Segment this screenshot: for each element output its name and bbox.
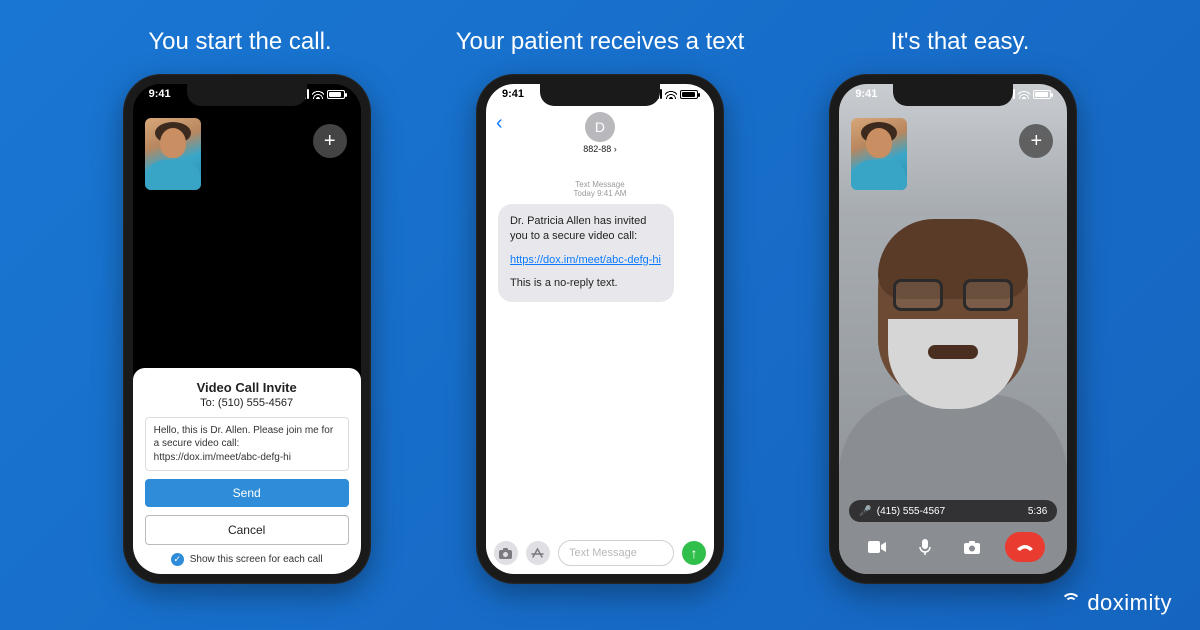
- battery-icon: [327, 90, 345, 99]
- phone-live-call: 9:41 + 🎤 (415) 555-4567 5:36: [829, 74, 1077, 584]
- phone-text-message: 9:41 ‹ D 882-88 › Text Message Today 9:4…: [476, 74, 724, 584]
- invite-title: Video Call Invite: [145, 380, 349, 395]
- microphone-icon: 🎤: [859, 506, 871, 517]
- bubble-link[interactable]: https://dox.im/meet/abc-defg-hi: [510, 254, 661, 266]
- send-button[interactable]: Send: [145, 479, 349, 507]
- phones-row: 9:41 + Video Call Invite To: (510) 555-4…: [0, 56, 1200, 584]
- caption-step2: Your patient receives a text: [420, 28, 780, 56]
- invite-sheet: Video Call Invite To: (510) 555-4567 Hel…: [133, 368, 361, 575]
- message-bubble: Dr. Patricia Allen has invited you to a …: [498, 204, 674, 302]
- brand-mark-icon: [1061, 593, 1081, 613]
- brand-text: doximity: [1087, 590, 1172, 616]
- captions-row: You start the call. Your patient receive…: [0, 0, 1200, 56]
- status-time: 9:41: [855, 88, 877, 100]
- checkmark-icon: ✓: [171, 553, 184, 566]
- caller-number: (415) 555-4567: [877, 506, 945, 517]
- wifi-icon: [1018, 90, 1030, 99]
- phone-notch: [187, 84, 307, 106]
- status-time: 9:41: [149, 88, 171, 100]
- mute-button[interactable]: [910, 532, 940, 562]
- camera-flip-button[interactable]: [957, 532, 987, 562]
- compose-input[interactable]: Text Message: [558, 540, 674, 566]
- invite-to: To: (510) 555-4567: [145, 397, 349, 409]
- brand-logo: doximity: [1061, 590, 1172, 616]
- contact-initial: D: [595, 119, 605, 135]
- message-meta-time: Today 9:41 AM: [486, 189, 714, 198]
- video-toggle-button[interactable]: [862, 532, 892, 562]
- contact-avatar: D: [585, 112, 615, 142]
- battery-icon: [1033, 90, 1051, 99]
- phone-notch: [540, 84, 660, 106]
- plus-icon: +: [1030, 130, 1042, 153]
- compose-placeholder: Text Message: [569, 547, 637, 559]
- show-screen-option[interactable]: ✓ Show this screen for each call: [145, 553, 349, 566]
- invite-message-input[interactable]: Hello, this is Dr. Allen. Please join me…: [145, 417, 349, 472]
- phone-start-call: 9:41 + Video Call Invite To: (510) 555-4…: [123, 74, 371, 584]
- plus-icon: +: [324, 130, 336, 153]
- camera-icon[interactable]: [494, 541, 518, 565]
- contact-name: 882-88 ›: [486, 144, 714, 154]
- call-info-bar: 🎤 (415) 555-4567 5:36: [849, 500, 1057, 522]
- call-controls: [839, 532, 1067, 562]
- send-button-label: Send: [233, 486, 261, 500]
- self-video-thumbnail[interactable]: [851, 118, 907, 190]
- battery-icon: [680, 90, 698, 99]
- cancel-button-label: Cancel: [228, 523, 265, 537]
- phone-notch: [893, 84, 1013, 106]
- cancel-button[interactable]: Cancel: [145, 515, 349, 545]
- compose-bar: Text Message ↑: [494, 540, 706, 566]
- call-duration: 5:36: [1028, 506, 1047, 517]
- end-call-button[interactable]: [1005, 532, 1045, 562]
- wifi-icon: [665, 90, 677, 99]
- arrow-up-icon: ↑: [690, 545, 697, 561]
- message-meta-type: Text Message: [486, 180, 714, 189]
- caption-step3: It's that easy.: [780, 28, 1140, 56]
- status-time: 9:41: [502, 88, 524, 100]
- appstore-icon[interactable]: [526, 541, 550, 565]
- invite-message-text: Hello, this is Dr. Allen. Please join me…: [154, 425, 334, 463]
- caption-step1: You start the call.: [60, 28, 420, 56]
- bubble-text-1: Dr. Patricia Allen has invited you to a …: [510, 214, 662, 245]
- send-up-button[interactable]: ↑: [682, 541, 706, 565]
- wifi-icon: [312, 90, 324, 99]
- self-video-thumbnail[interactable]: [145, 118, 201, 190]
- bubble-text-2: This is a no-reply text.: [510, 276, 662, 291]
- message-header[interactable]: D 882-88 ›: [486, 108, 714, 154]
- add-participant-button[interactable]: +: [313, 124, 347, 158]
- show-screen-label: Show this screen for each call: [190, 554, 323, 565]
